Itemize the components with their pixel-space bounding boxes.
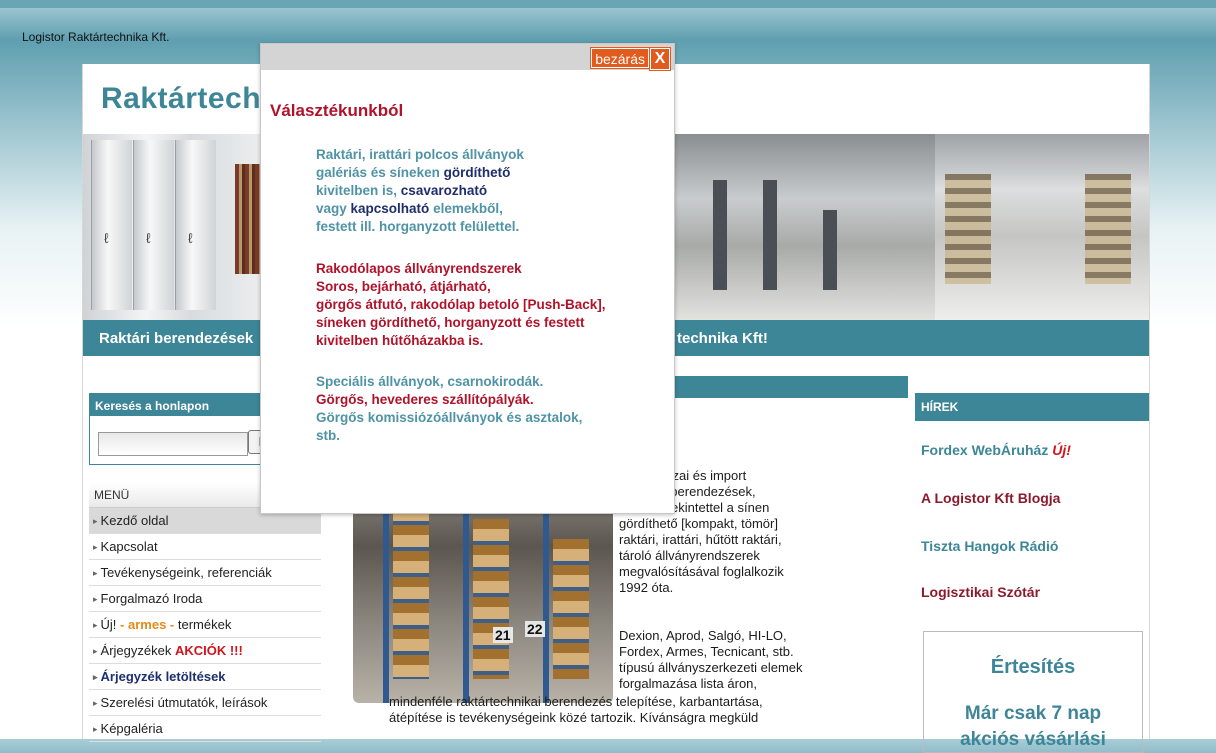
news-link-blog[interactable]: A Logistor Kft Blogja (921, 490, 1060, 506)
main-menu: MENÜ Kezdő oldal Kapcsolat Tevékenységei… (89, 483, 321, 742)
banner-caption-left: Raktári berendezések (99, 330, 254, 347)
close-label[interactable]: bezárás (590, 47, 650, 69)
rack-number-22: 22 (525, 621, 545, 637)
news-link-radio[interactable]: Tiszta Hangok Rádió (921, 538, 1058, 554)
banner-caption-right: technika Kft! (677, 330, 768, 347)
menu-item-armes-products[interactable]: Új! - armes - termékek (89, 612, 321, 638)
menu-item-pricelist-downloads[interactable]: Árjegyzék letöltések (89, 664, 321, 690)
notice-text: Már csak 7 nap akciós vásárlási (960, 703, 1106, 750)
news-link-dictionary[interactable]: Logisztikai Szótár (921, 584, 1040, 600)
popup-block-special: Speciális állványok, csarnokirodák. Görg… (316, 374, 583, 443)
notice-box: Értesítés Már csak 7 nap akciós vásárlási (923, 631, 1143, 753)
news-header: HÍREK (915, 393, 1149, 421)
banner-image-warehouse (673, 134, 935, 320)
popup-titlebar: bezárás X (261, 44, 674, 71)
menu-item-activities[interactable]: Tevékenységeink, referenciák (89, 560, 321, 586)
menu-item-gallery[interactable]: Képgaléria (89, 716, 321, 742)
popup-title: Választékunkból (270, 101, 404, 120)
popup-block-pallet-racking: Rakodólapos állványrendszerek Soros, bej… (316, 261, 606, 348)
menu-item-pricelists-sales[interactable]: Árjegyzékek AKCIÓK !!! (89, 638, 321, 664)
close-icon[interactable]: X (649, 47, 671, 71)
rack-number-21: 21 (493, 627, 513, 643)
brands-paragraph: Dexion, Aprod, Salgó, HI-LO, Fordex, Arm… (619, 628, 803, 691)
search-input[interactable] (98, 432, 248, 456)
popup-close-button[interactable]: bezárás X (590, 47, 671, 71)
product-popup: bezárás X Választékunkból Raktári, iratt… (260, 43, 675, 514)
menu-item-contact[interactable]: Kapcsolat (89, 534, 321, 560)
banner-image-mobile-shelving: ℓ ℓ ℓ (83, 134, 263, 320)
notice-title: Értesítés (990, 656, 1076, 678)
site-name: Logistor Raktártechnika Kft. (22, 30, 170, 44)
popup-block-shelving: Raktári, irattári polcos állványok galér… (316, 147, 524, 234)
menu-item-installation-guides[interactable]: Szerelési útmutatók, leírások (89, 690, 321, 716)
news-link-fordex-webshop[interactable]: Fordex WebÁruház Új! (921, 442, 1071, 458)
banner-image-shelving-aisle (935, 134, 1149, 320)
services-paragraph: mindenféle raktártechnikai berendezés te… (389, 694, 763, 725)
top-strip (0, 0, 1216, 8)
menu-item-sales-office[interactable]: Forgalmazó Iroda (89, 586, 321, 612)
